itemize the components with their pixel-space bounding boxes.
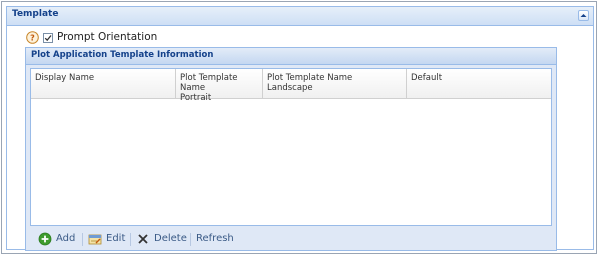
prompt-orientation-label: Prompt Orientation [57,31,158,43]
edit-label: Edit [106,233,126,244]
column-header-label: Plot Template Name [180,73,238,93]
delete-icon [138,234,148,244]
edit-icon [88,234,102,245]
refresh-label: Refresh [196,233,234,244]
prompt-orientation-row: ? Prompt Orientation [26,30,226,46]
column-header-label: Default [411,73,443,83]
window-frame: Template ? Prompt Orientation Plot Appli [1,1,597,254]
chevron-up-icon [580,14,587,17]
collapse-button[interactable] [578,10,589,21]
grid-toolbar: Add Edit Delete Refresh [30,230,552,249]
column-header-label: Display Name [35,73,95,83]
toolbar-separator [130,233,131,246]
toolbar-separator [82,233,83,246]
column-header-sublabel: Portrait [180,93,212,103]
checkmark-icon [44,35,52,42]
column-header-default[interactable]: Default [407,69,551,98]
add-label: Add [56,233,76,244]
help-icon[interactable]: ? [26,31,39,44]
svg-text:?: ? [30,34,35,43]
column-header-sublabel: Landscape [267,83,313,93]
template-panel: Template ? Prompt Orientation Plot Appli [6,6,594,251]
column-header-portrait[interactable]: Plot Template Name Portrait [176,69,263,103]
column-header-display-name[interactable]: Display Name [31,69,176,98]
column-header-row: Display Name Plot Template Name Portrait… [31,69,551,103]
grid-panel-header: Plot Application Template Information [26,48,556,65]
panel-title: Template [12,9,59,19]
add-icon [38,232,52,246]
template-info-grid-panel: Plot Application Template Information Di… [25,47,557,251]
template-panel-header[interactable]: Template [7,7,593,26]
delete-label: Delete [154,233,187,244]
prompt-orientation-checkbox[interactable] [43,33,53,43]
toolbar-separator [190,233,191,246]
template-grid: Display Name Plot Template Name Portrait… [30,68,552,226]
grid-title: Plot Application Template Information [31,50,214,60]
column-header-landscape[interactable]: Plot Template Name Landscape [263,69,407,98]
column-header-label: Plot Template Name [267,73,353,83]
